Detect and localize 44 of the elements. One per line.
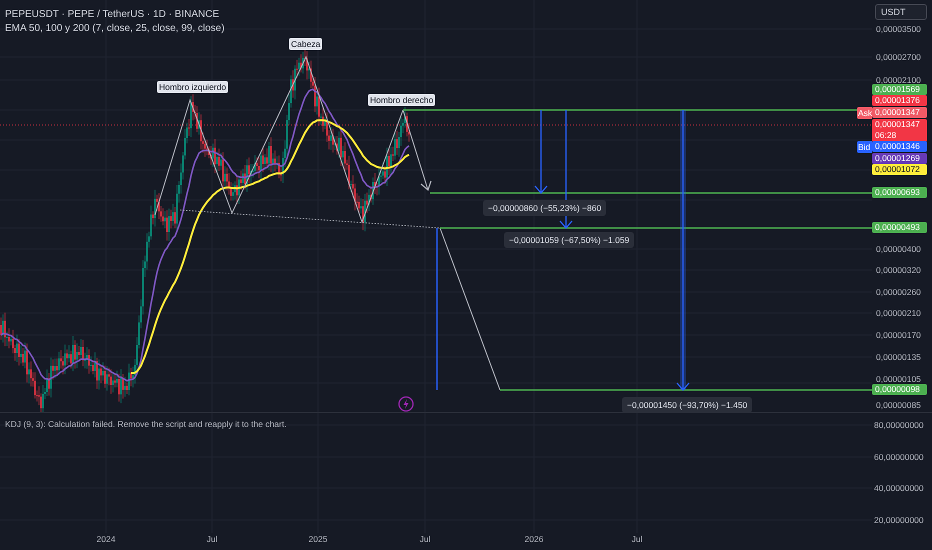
- price-tag: 0,00000693: [872, 187, 927, 198]
- price-label: 0,00000135: [876, 352, 921, 362]
- price-label: 0,00003500: [876, 24, 921, 34]
- price-tag: 0,00001346: [872, 141, 927, 152]
- price-label: 0,00000210: [876, 308, 921, 318]
- side-label: Bid: [857, 141, 872, 153]
- price-label: 0,00002700: [876, 52, 921, 62]
- indicator-scale-label: 40,00000000: [874, 483, 924, 493]
- price-tag: 0,00001269: [872, 153, 927, 164]
- pattern-label: Cabeza: [289, 38, 322, 50]
- side-label: Ask: [857, 107, 872, 119]
- price-tag: 0,00000098: [872, 384, 927, 395]
- price-tag: 0,00000493: [872, 222, 927, 233]
- price-tag: 0,00001347: [872, 107, 927, 118]
- measurement-label: −0,00000860 (−55,23%) −860: [483, 200, 606, 216]
- price-tag: 0,00001072: [872, 164, 927, 175]
- price-label: 0,00000260: [876, 287, 921, 297]
- price-label: 0,00000320: [876, 265, 921, 275]
- indicator-scale-label: 60,00000000: [874, 452, 924, 462]
- currency-button[interactable]: USDT: [875, 4, 927, 20]
- price-label: 0,00000400: [876, 244, 921, 254]
- symbol-title: PEPEUSDT · PEPE / TetherUS · 1D · BINANCE: [5, 8, 220, 21]
- price-tag: 0,00001376: [872, 95, 927, 106]
- indicator-scale-label: 80,00000000: [874, 420, 924, 430]
- measurement-label: −0,00001059 (−67,50%) −1.059: [504, 232, 634, 248]
- time-label: Jul: [420, 534, 430, 544]
- lightning-icon[interactable]: [398, 396, 414, 412]
- time-label: 2025: [308, 534, 328, 544]
- time-label: 2024: [96, 534, 116, 544]
- indicator-label: EMA 50, 100 y 200 (7, close, 25, close, 99, close): [5, 22, 225, 35]
- price-label: 0,00002100: [876, 75, 921, 85]
- time-label: Jul: [632, 534, 642, 544]
- measurement-label: −0,00001450 (−93,70%) −1.450: [622, 397, 752, 413]
- time-label: 2026: [524, 534, 544, 544]
- price-tag: 0,00001569: [872, 84, 927, 95]
- time-label: Jul: [206, 534, 218, 544]
- price-label: 0,00000105: [876, 374, 921, 384]
- price-label: 0,00000085: [876, 400, 921, 410]
- indicator-message: KDJ (9, 3): Calculation failed. Remove the script and reapply it to the chart.: [5, 419, 287, 430]
- price-tag: 0,00001347 06:28: [872, 119, 927, 142]
- price-label: 0,00000170: [876, 330, 921, 340]
- pattern-label: Hombro izquierdo: [157, 81, 228, 93]
- indicator-scale-label: 20,00000000: [874, 515, 924, 525]
- pattern-label: Hombro derecho: [368, 94, 436, 106]
